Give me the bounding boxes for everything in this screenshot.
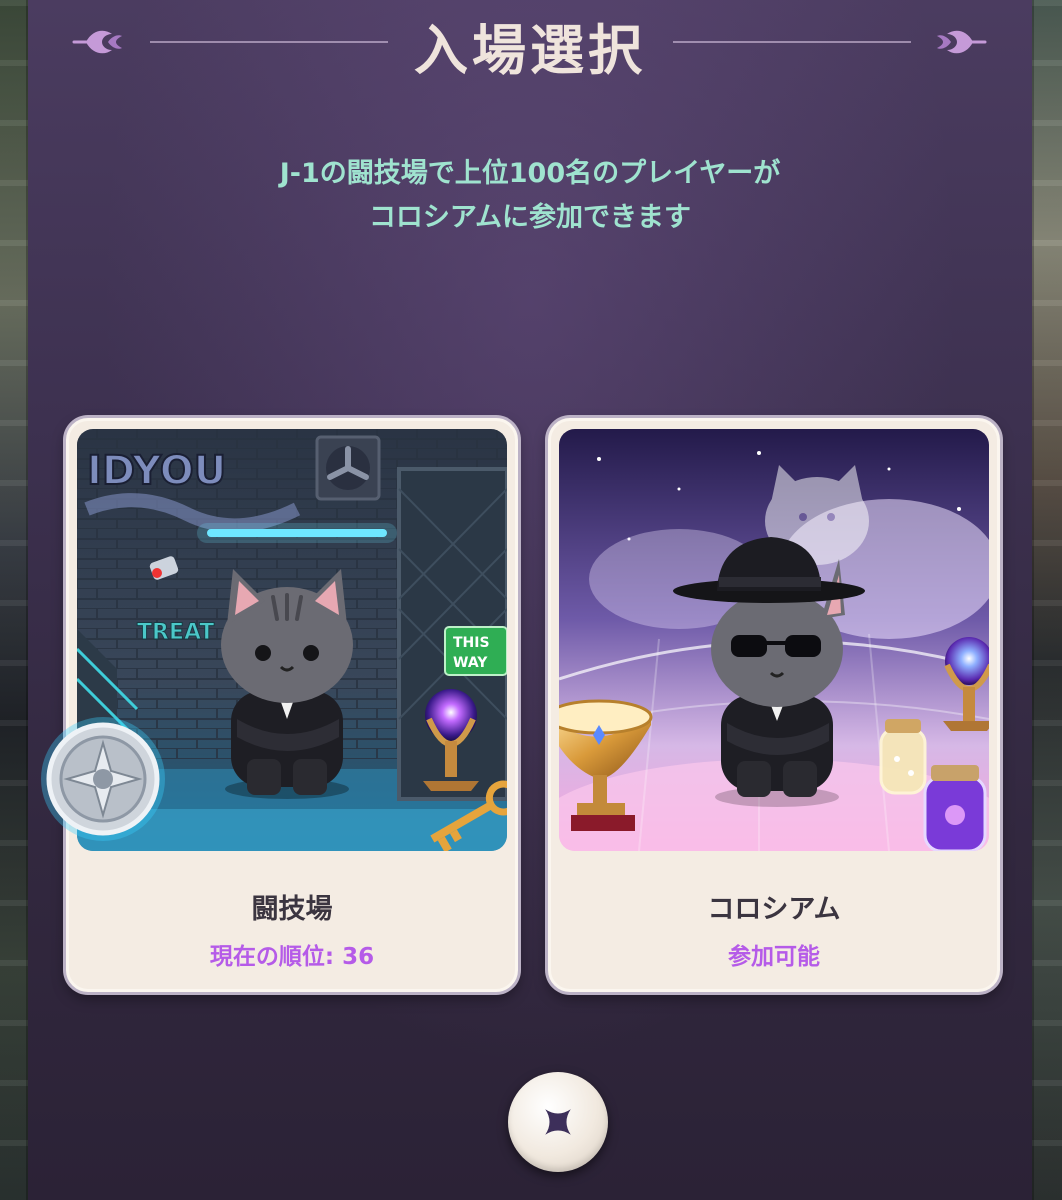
dialog-header: 入場選択 [28,0,1032,90]
entry-selection-dialog: 入場選択 J-1の闘技場で上位100名のプレイヤーが コロシアムに参加できます [28,0,1032,1200]
title-divider-right [673,41,911,43]
dialog-description: J-1の闘技場で上位100名のプレイヤーが コロシアムに参加できます [28,152,1032,240]
arena-rank-status: 現在の順位: 36 [209,944,375,970]
background-game-right [1028,0,1062,1200]
svg-text:TREAT: TREAT [137,620,214,645]
colosseum-status: 参加可能 [728,944,820,970]
cat-character [221,569,353,799]
silver-medal-icon [41,717,165,841]
colosseum-card-title: コロシアム [707,894,841,925]
graffiti-text: IDYOU [87,448,226,494]
svg-text:THIS: THIS [453,635,490,651]
dialog-title: 入場選択 [414,18,646,82]
colosseum-card[interactable]: コロシアム 参加可能 [548,418,1000,992]
colosseum-card-image [559,429,989,851]
ornament-right-icon [937,30,987,54]
arena-card-title: 闘技場 [251,894,333,925]
svg-text:WAY: WAY [453,655,488,671]
galaxy-jar [923,765,987,851]
arena-card[interactable]: IDYOU TREAT THIS WAY 闘技場 現在の順位: 36 [41,418,518,992]
description-line-1: J-1の闘技場で上位100名のプレイヤーが [279,158,781,189]
close-button[interactable] [508,1072,608,1172]
description-line-2: コロシアムに参加できます [368,202,692,233]
close-icon [545,1109,571,1135]
firefly-jar [879,719,927,795]
